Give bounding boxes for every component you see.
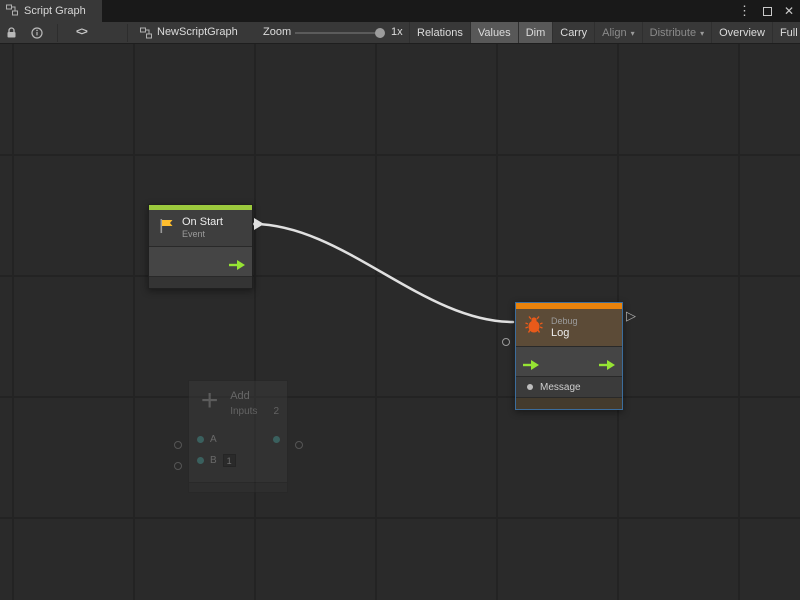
node-footer	[189, 482, 287, 492]
connection-wire[interactable]	[0, 44, 800, 600]
toolbar-separator	[127, 24, 128, 42]
add-node-header: + Add Inputs 2	[189, 381, 287, 417]
flow-output-port-icon[interactable]	[229, 257, 245, 275]
input-port-b-icon[interactable]	[197, 457, 204, 464]
port-b-label: B	[210, 455, 217, 466]
port-row-a: A	[189, 429, 287, 450]
distribute-dropdown[interactable]: Distribute▾	[642, 22, 711, 44]
script-graph-window: Script Graph ⋮ ✕ <>	[0, 0, 800, 600]
debug-log-flow-row	[516, 346, 622, 376]
on-start-node[interactable]: On Start Event	[148, 204, 253, 289]
dim-button[interactable]: Dim	[518, 22, 553, 44]
values-button[interactable]: Values	[470, 22, 518, 44]
node-subtitle: Event	[182, 229, 223, 240]
graph-name-breadcrumb[interactable]: NewScriptGraph	[157, 26, 238, 38]
on-start-port-row	[149, 246, 252, 276]
script-graph-icon	[6, 4, 18, 19]
plus-icon: +	[197, 387, 222, 415]
fullscreen-button[interactable]: Full S	[772, 22, 800, 44]
inputs-count-value[interactable]: 2	[273, 406, 279, 417]
lock-icon[interactable]	[6, 27, 17, 42]
node-category: Debug	[551, 316, 578, 327]
node-footer	[516, 397, 622, 409]
close-icon[interactable]: ✕	[784, 4, 794, 18]
relations-button[interactable]: Relations	[409, 22, 470, 44]
graph-asset-icon	[140, 27, 152, 42]
message-port-icon[interactable]	[527, 384, 533, 390]
chevron-down-icon: ▾	[631, 29, 635, 38]
on-start-header: On Start Event	[149, 210, 252, 246]
inputs-count-row: Inputs 2	[230, 406, 279, 417]
chevron-down-icon: ▾	[700, 29, 704, 38]
flag-icon	[157, 217, 175, 240]
graph-toolbar: <> NewScriptGraph Zoom 1x Relations Valu…	[0, 22, 800, 44]
code-view-icon[interactable]: <>	[76, 26, 87, 38]
zoom-value: 1x	[391, 26, 403, 38]
flow-output-port-icon[interactable]	[599, 357, 615, 375]
align-dropdown[interactable]: Align▾	[594, 22, 641, 44]
add-node-dimmed-group: + Add Inputs 2 A B	[172, 380, 308, 500]
tab-script-graph[interactable]: Script Graph	[0, 0, 102, 22]
node-title: Add	[230, 390, 279, 402]
port-b-value-field[interactable]: 1	[223, 454, 236, 467]
titlebar: Script Graph ⋮ ✕	[0, 0, 800, 22]
debug-log-node[interactable]: Debug Log	[515, 302, 623, 410]
input-b-ring[interactable]	[174, 462, 182, 470]
node-footer	[149, 276, 252, 288]
window-menu-icon[interactable]: ⋮	[738, 3, 751, 19]
toolbar-buttons: Relations Values Dim Carry Align▾ Distri…	[409, 22, 800, 44]
add-node[interactable]: + Add Inputs 2 A B	[188, 380, 288, 493]
zoom-slider-knob[interactable]	[375, 28, 385, 38]
tab-label: Script Graph	[24, 5, 86, 17]
output-port-icon[interactable]	[273, 436, 280, 443]
output-ring[interactable]	[295, 441, 303, 449]
inputs-label: Inputs	[230, 406, 257, 417]
bug-icon	[524, 315, 544, 340]
debug-log-header: Debug Log	[516, 309, 622, 346]
port-a-label: A	[210, 434, 217, 445]
port-row-b: B 1	[189, 450, 287, 471]
unconnected-flow-port-triangle[interactable]: ▷	[626, 309, 636, 322]
connected-flow-port-triangle[interactable]	[254, 218, 264, 230]
info-icon[interactable]	[31, 27, 43, 42]
zoom-slider[interactable]	[295, 32, 381, 34]
carry-button[interactable]: Carry	[552, 22, 594, 44]
zoom-label: Zoom	[263, 26, 291, 38]
message-port-row: Message	[516, 376, 622, 397]
graph-canvas[interactable]: On Start Event	[0, 44, 800, 600]
maximize-icon[interactable]	[763, 7, 772, 16]
overview-button[interactable]: Overview	[711, 22, 772, 44]
node-title: Log	[551, 327, 578, 340]
toolbar-separator	[57, 24, 58, 42]
flow-input-port-icon[interactable]	[523, 357, 539, 375]
input-port-a-icon[interactable]	[197, 436, 204, 443]
node-title: On Start	[182, 216, 223, 229]
message-input-ring[interactable]	[502, 338, 510, 346]
message-port-label: Message	[540, 382, 581, 393]
input-a-ring[interactable]	[174, 441, 182, 449]
window-controls: ⋮ ✕	[738, 0, 794, 22]
